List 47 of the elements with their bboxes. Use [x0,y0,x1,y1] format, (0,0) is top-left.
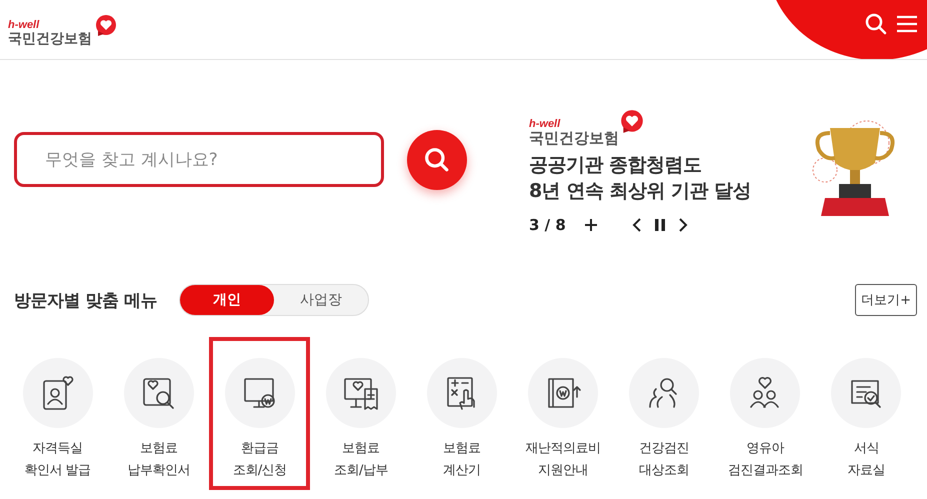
heart-bubble-icon [94,14,118,38]
menu-item-label: 서식 [854,440,879,458]
search-icon[interactable] [865,13,887,35]
menu-icon[interactable] [896,14,918,34]
menu-item-label: 자격득실 [32,440,83,458]
menu-item[interactable]: 건강검진 대상조회 [614,337,715,490]
banner-title: 공공기관 종합청렴도 [529,153,703,178]
visitor-type-tab[interactable]: 개인 [180,285,274,315]
menu-item-label: 납부확인서 [127,462,190,480]
visitor-type-tab[interactable]: 사업장 [274,285,368,315]
menu-item-label: 확인서 발급 [24,462,91,480]
menu-item-label: 건강검진 [639,440,690,458]
highlighted-menu-item[interactable]: 환급금 조회/신청 [209,337,310,490]
menu-item[interactable]: 보험료 조회/납부 [310,337,412,490]
search-icon [424,147,450,173]
menu-item-label: 자료실 [848,462,886,480]
menu-item[interactable]: 자격득실 확인서 발급 [7,337,108,490]
banner-logo-name: 국민건강보험 [529,131,619,146]
more-button[interactable]: 더보기+ [855,284,917,316]
menu-item-label: 재난적의료비 [526,440,601,458]
menu-item-label: 계산기 [443,462,481,480]
logo[interactable]: h-well 국민건강보험 [8,14,118,46]
search-field[interactable]: 무엇을 찾고 계시나요? [14,132,384,187]
slide-counter: 3 / 8 [529,216,566,234]
menu-item[interactable]: 보험료 계산기 [411,337,513,490]
menu-item-label: 대상조회 [639,462,690,480]
menu-item[interactable]: 재난적의료비 지원안내 [512,337,614,490]
pause-icon [654,218,666,232]
menu-item-label: 보험료 [342,440,380,458]
logo-name: 국민건강보험 [8,32,92,46]
heart-bubble-icon [619,109,645,135]
menu-item-label: 조회/납부 [334,462,388,480]
menu-item[interactable]: 서식 자료실 [816,337,917,490]
menu-item-label: 영유아 [746,440,784,458]
section-title: 방문자별 맞춤 메뉴 [14,290,157,312]
menu-item-label: 보험료 [140,440,178,458]
menu-item[interactable]: 영유아 검진결과조회 [714,337,816,490]
banner-title: 8년 연속 최상위 기관 달성 [529,179,752,204]
banner-logo-tagline: h-well [529,119,562,130]
menu-item-label: 검진결과조회 [728,462,803,480]
menu-item-label: 환급금 [241,440,279,458]
menu-item-label: 조회/신청 [232,462,287,480]
logo-tagline: h-well [8,20,40,30]
menu-item-label: 지원안내 [538,462,588,480]
search-button[interactable] [407,130,467,190]
menu-item[interactable]: 보험료 납부확인서 [108,337,210,490]
menu-item-label: 보험료 [443,440,481,458]
